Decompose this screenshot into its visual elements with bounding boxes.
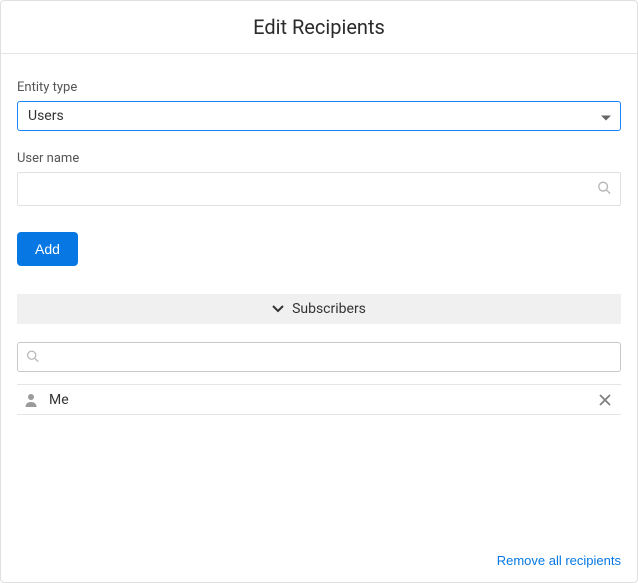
remove-subscriber-button[interactable] bbox=[595, 390, 615, 410]
subscriber-label: Me bbox=[49, 392, 595, 408]
edit-recipients-dialog: Edit Recipients Entity type Users User n… bbox=[0, 0, 638, 583]
dialog-title: Edit Recipients bbox=[1, 15, 637, 39]
entity-type-value: Users bbox=[28, 108, 64, 124]
dialog-header: Edit Recipients bbox=[1, 1, 637, 54]
list-item: Me bbox=[17, 385, 621, 415]
user-name-input[interactable] bbox=[17, 172, 621, 206]
entity-type-label: Entity type bbox=[17, 80, 621, 95]
add-button[interactable]: Add bbox=[17, 232, 78, 266]
subscribers-title: Subscribers bbox=[292, 301, 366, 317]
user-icon bbox=[23, 392, 39, 408]
subscribers-filter-wrap bbox=[17, 342, 621, 372]
user-name-label: User name bbox=[17, 151, 621, 166]
dialog-footer: Remove all recipients bbox=[1, 543, 637, 582]
entity-type-select[interactable]: Users bbox=[17, 101, 621, 131]
subscribers-filter-input[interactable] bbox=[17, 342, 621, 372]
subscribers-list: Me bbox=[17, 384, 621, 415]
subscribers-section-header[interactable]: Subscribers bbox=[17, 294, 621, 324]
chevron-down-icon bbox=[272, 301, 284, 317]
remove-all-recipients-link[interactable]: Remove all recipients bbox=[497, 553, 621, 568]
dialog-body: Entity type Users User name Add bbox=[1, 54, 637, 543]
user-name-field-wrap bbox=[17, 172, 621, 206]
